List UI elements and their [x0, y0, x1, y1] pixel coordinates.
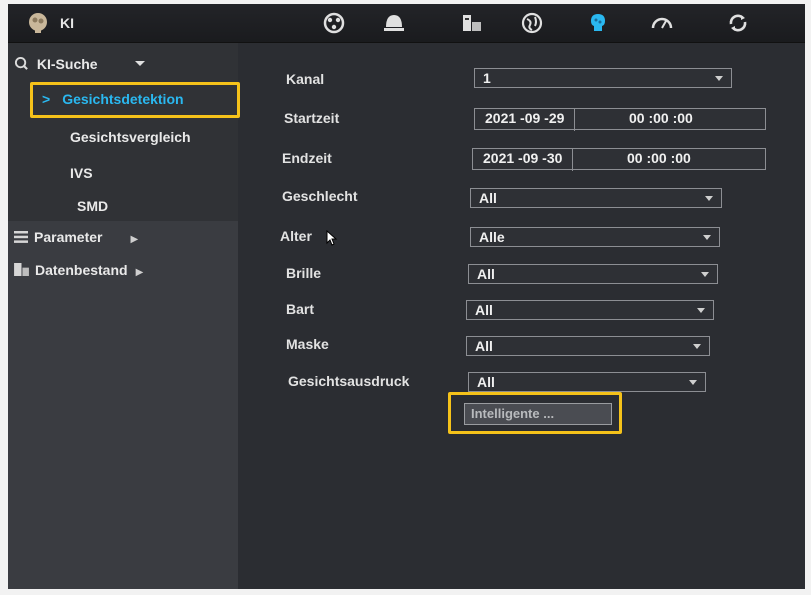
label-maske: Maske: [286, 336, 329, 352]
chevron-down-icon: [705, 196, 713, 201]
chevron-right-icon: ▶: [130, 234, 139, 245]
chevron-down-icon: [693, 344, 701, 349]
label-gesichtsausdruck: Gesichtsausdruck: [288, 373, 410, 389]
endzeit-time[interactable]: 00 :00 :00: [615, 149, 703, 171]
brille-value: All: [477, 266, 495, 282]
highlight-box-button: [448, 392, 622, 434]
label-kanal: Kanal: [286, 71, 325, 87]
geschlecht-select[interactable]: All: [470, 188, 722, 208]
label-bart: Bart: [286, 301, 315, 317]
alter-value: Alle: [479, 229, 505, 245]
ai-brain-icon[interactable]: [584, 10, 612, 36]
sidebar: KI-Suche > Gesichtsdetektion Gesichtsverg…: [8, 43, 240, 589]
startzeit-time[interactable]: 00 :00 :00: [617, 109, 705, 131]
ai-head-icon: [29, 13, 47, 33]
face-search-icon: [14, 56, 28, 70]
geschlecht-value: All: [479, 190, 497, 206]
sidebar-item-parameter[interactable]: Parameter ▶: [14, 229, 138, 245]
sidebar-group-label: KI-Suche: [36, 56, 98, 72]
sidebar-item-label: Parameter: [34, 229, 103, 245]
label-alter: Alter: [280, 228, 312, 244]
chevron-down-icon: [701, 272, 709, 277]
camera-reel-icon[interactable]: [320, 10, 348, 36]
sidebar-item-label: Gesichtsvergleich: [70, 129, 191, 145]
bart-value: All: [475, 302, 493, 318]
performance-gauge-icon[interactable]: [648, 10, 676, 36]
sidebar-item-datenbestand[interactable]: Datenbestand ▶: [14, 262, 143, 278]
chevron-down-icon: [697, 308, 705, 313]
label-brille: Brille: [286, 265, 322, 281]
refresh-sync-icon[interactable]: [724, 10, 752, 36]
endzeit-date[interactable]: 2021 -09 -30: [473, 149, 574, 171]
startzeit-field[interactable]: 2021 -09 -29 00 :00 :00: [474, 108, 766, 131]
brille-select[interactable]: All: [468, 264, 718, 284]
startzeit-date[interactable]: 2021 -09 -29: [475, 109, 576, 131]
storage-device-icon[interactable]: [458, 10, 486, 36]
endzeit-field[interactable]: 2021 -09 -30 00 :00 :00: [472, 148, 766, 171]
label-endzeit: Endzeit: [282, 150, 332, 166]
kanal-value: 1: [483, 70, 491, 86]
dome-camera-icon[interactable]: [380, 10, 408, 36]
gesichtsausdruck-select[interactable]: All: [468, 372, 706, 392]
chevron-right-icon: ▶: [135, 267, 144, 278]
sidebar-item-gesichtsvergleich[interactable]: Gesichtsvergleich: [70, 129, 191, 145]
maske-value: All: [475, 338, 493, 354]
chevron-down-icon: [715, 76, 723, 81]
app-title: KI: [60, 15, 74, 31]
maske-select[interactable]: All: [466, 336, 710, 356]
chevron-down-icon: [689, 380, 697, 385]
sidebar-item-label: IVS: [70, 165, 93, 181]
sidebar-item-ivs[interactable]: IVS: [70, 165, 93, 181]
gesichtsausdruck-value: All: [477, 374, 495, 390]
top-menu-bar: KI: [8, 4, 805, 43]
label-geschlecht: Geschlecht: [282, 188, 358, 204]
sidebar-item-label: SMD: [77, 198, 109, 214]
mouse-cursor-icon: [326, 230, 338, 246]
chevron-down-icon: [135, 61, 146, 66]
sidebar-item-label: Datenbestand: [35, 262, 128, 278]
list-icon: [14, 231, 28, 243]
kanal-select[interactable]: 1: [474, 68, 732, 88]
network-globe-icon[interactable]: [518, 10, 546, 36]
highlight-box-sidebar: [30, 82, 240, 118]
sidebar-item-smd[interactable]: SMD: [77, 198, 108, 214]
bart-select[interactable]: All: [466, 300, 714, 320]
sidebar-group-ki-suche[interactable]: KI-Suche: [14, 56, 146, 72]
database-icon: [14, 263, 29, 276]
alter-select[interactable]: Alle: [470, 227, 720, 247]
chevron-down-icon: [703, 235, 711, 240]
dvr-screen: KI KI-Suche > Gesichtsdetektion Gesichts…: [8, 4, 805, 589]
label-startzeit: Startzeit: [284, 110, 340, 126]
